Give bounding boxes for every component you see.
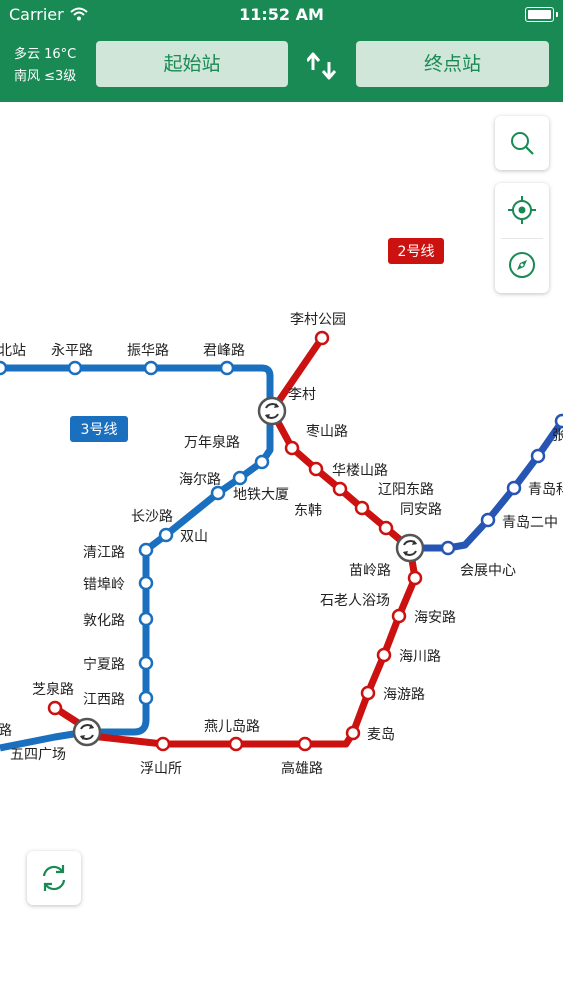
station-dot (219, 360, 235, 376)
station-dot (138, 575, 154, 591)
station-dot (308, 461, 324, 477)
station-label: 青岛科 (528, 482, 563, 498)
transfer-icon[interactable] (72, 717, 102, 747)
station-label: 海游路 (383, 687, 425, 703)
station-label: 苗岭路 (349, 563, 391, 579)
station-label: 江西路 (83, 692, 125, 708)
station-dot (480, 512, 496, 528)
station-dot (138, 611, 154, 627)
refresh-button[interactable] (27, 851, 81, 905)
station-dot (407, 570, 423, 586)
station-dot (158, 527, 174, 543)
station-label: 李村 (288, 387, 316, 403)
divider (501, 238, 543, 239)
station-dot (314, 330, 330, 346)
station-label: 振华路 (127, 343, 169, 359)
station-label: 同安路 (400, 502, 442, 518)
weather-info: 多云 16°C 南风 ≤3级 (14, 44, 76, 88)
transfer-icon[interactable] (257, 396, 287, 426)
station-label: 东韩 (294, 503, 322, 519)
top-header: Carrier 11:52 AM 多云 16°C 南风 ≤3级 起始站 终点站 (0, 0, 563, 102)
station-label: 麦岛 (367, 727, 395, 743)
station-label: 枣山路 (306, 424, 348, 440)
line3-badge-label: 3号线 (81, 422, 118, 438)
station-dot (530, 448, 546, 464)
station-dot (332, 481, 348, 497)
station-label: 敦化路 (83, 613, 125, 629)
station-label: 宁夏路 (83, 656, 125, 673)
station-label: 海安路 (414, 610, 456, 626)
station-label: 浮山所 (140, 761, 182, 777)
weather-condition: 多云 16°C (14, 47, 77, 62)
station-dot (554, 413, 563, 429)
station-label: 会展中心 (460, 563, 516, 579)
station-label: 万年泉路 (184, 434, 240, 451)
station-label: 错埠岭 (83, 576, 125, 593)
station-dot (67, 360, 83, 376)
station-dot (440, 540, 456, 556)
station-dot (232, 470, 248, 486)
station-label: 李村公园 (290, 312, 346, 328)
station-dot (378, 520, 394, 536)
station-dot (143, 360, 159, 376)
map-tools (495, 183, 549, 293)
weather-wind: 南风 ≤3级 (14, 69, 77, 84)
station-label: 高雄路 (281, 760, 323, 777)
station-dot (210, 485, 226, 501)
station-dot (228, 736, 244, 752)
station-label: 青岛二中 (502, 515, 558, 531)
station-label: 君峰路 (203, 343, 245, 359)
station-dot (138, 542, 154, 558)
station-label: 清江路 (83, 545, 125, 561)
compass-icon[interactable] (508, 251, 536, 279)
station-dot (284, 440, 300, 456)
station-dot (138, 655, 154, 671)
line2-track (53, 336, 419, 748)
station-label: 芝泉路 (32, 681, 74, 698)
station-label: 双山 (180, 529, 208, 545)
metro-map[interactable]: 2号线 3号线 北站 永平路 振华路 君峰路 李村公园 李村 枣山路 万年泉路 … (0, 102, 563, 1000)
station-dot (0, 360, 8, 376)
transfer-icon[interactable] (395, 533, 425, 563)
swap-icon[interactable] (305, 52, 337, 84)
station-dot (506, 480, 522, 496)
station-label: 地铁大厦 (233, 487, 289, 503)
locate-icon[interactable] (507, 195, 537, 225)
status-bar: Carrier 11:52 AM (0, 0, 563, 30)
station-label: 北站 (0, 343, 26, 359)
station-label: 五四广场 (10, 747, 66, 763)
station-label: 石老人浴场 (320, 593, 390, 609)
station-dot (254, 454, 270, 470)
station-label: 燕儿岛路 (204, 719, 260, 735)
search-icon (511, 132, 534, 155)
station-dot (376, 647, 392, 663)
station-label: 海川路 (399, 649, 441, 665)
station-dot (297, 736, 313, 752)
clock: 11:52 AM (239, 5, 324, 24)
station-label: 海尔路 (179, 472, 221, 488)
start-station-button[interactable]: 起始站 (96, 41, 288, 87)
search-button[interactable] (495, 116, 549, 170)
refresh-icon (42, 865, 66, 891)
station-dot (360, 685, 376, 701)
line2-badge-label: 2号线 (398, 244, 435, 260)
end-station-button[interactable]: 终点站 (356, 41, 549, 87)
station-dot (155, 736, 171, 752)
station-dot (47, 700, 63, 716)
station-label: 华楼山路 (332, 463, 388, 479)
station-dot (354, 500, 370, 516)
station-label: 辽阳东路 (378, 482, 434, 498)
station-label: 路 (0, 723, 12, 739)
battery-icon (525, 7, 558, 22)
station-label: 长沙路 (131, 509, 173, 525)
station-dot (391, 608, 407, 624)
station-label: 张 (552, 428, 563, 444)
station-dot (345, 725, 361, 741)
station-label: 永平路 (51, 343, 93, 359)
station-dot (138, 690, 154, 706)
